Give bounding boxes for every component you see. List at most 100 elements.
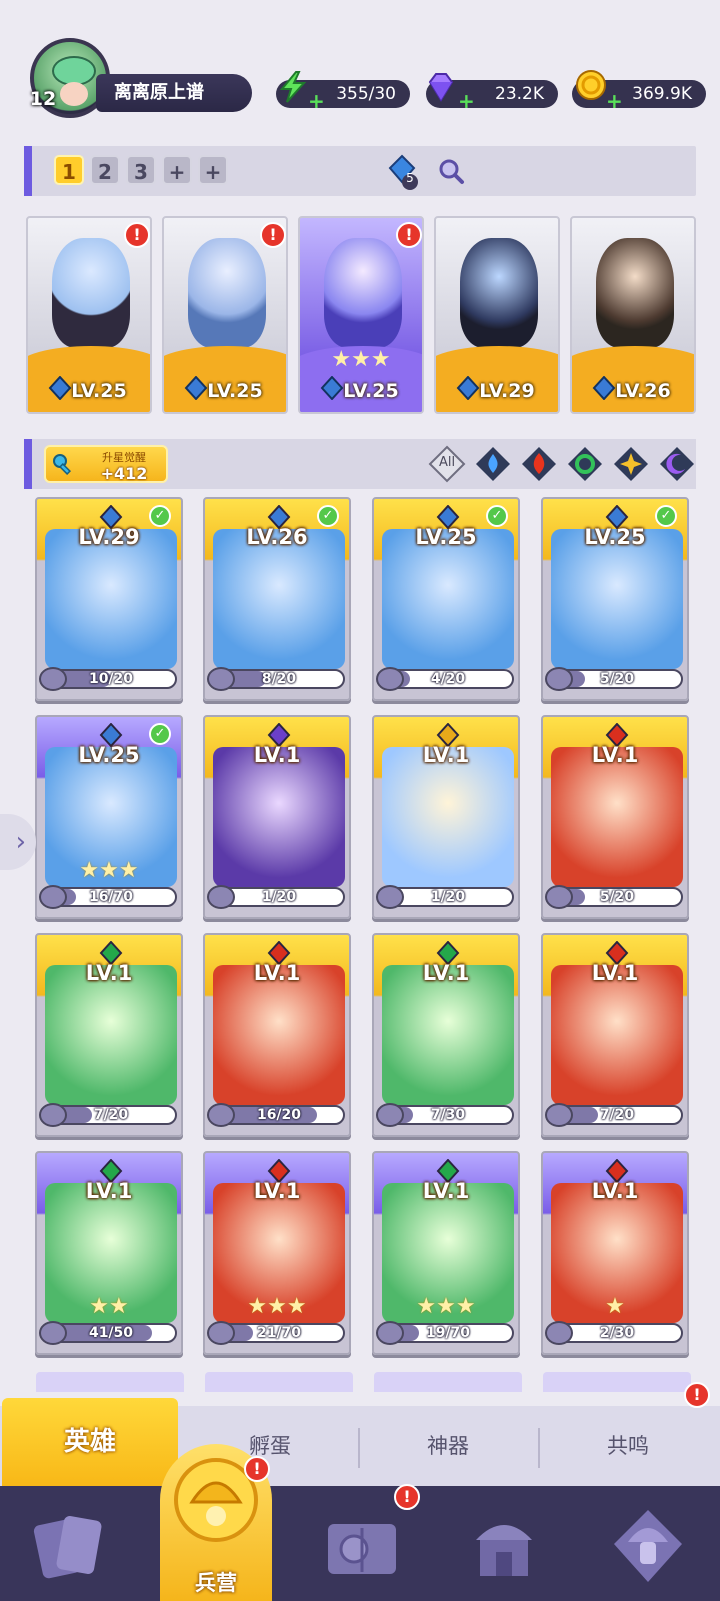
hero-art <box>551 529 683 669</box>
hero-card[interactable]: LV.1 16/20 <box>203 933 351 1137</box>
hero-figure <box>596 238 674 348</box>
team-bar-accent <box>24 146 32 196</box>
tab-heroes[interactable]: 英雄 <box>2 1398 178 1486</box>
hero-level: LV.1 <box>422 961 470 985</box>
star-awaken-button[interactable]: 升星觉醒 +412 <box>44 445 168 483</box>
hero-level: LV.1 <box>85 961 133 985</box>
team-tab-add-1[interactable]: + <box>162 155 192 185</box>
alert-badge: ! <box>260 222 286 248</box>
hero-card[interactable]: LV.1 1/20 <box>372 715 520 919</box>
fire-filter-icon[interactable] <box>520 445 558 483</box>
hero-art <box>213 965 345 1105</box>
gold-value: 369.9K <box>632 84 692 104</box>
player-name[interactable]: 离离原上谱 <box>96 74 252 112</box>
chevron-right-icon: › <box>15 827 26 857</box>
filter-bar: 升星觉醒 +412 All <box>24 439 696 489</box>
shard-icon <box>39 885 67 909</box>
team-tab-add-2[interactable]: + <box>198 155 228 185</box>
wind-filter-icon[interactable] <box>566 445 604 483</box>
shard-icon <box>39 1103 67 1127</box>
water-filter-icon[interactable] <box>474 445 512 483</box>
barracks-label: 兵营 <box>195 1571 237 1595</box>
next-row-peek <box>36 1372 184 1392</box>
alert-badge: ! <box>396 222 422 248</box>
alert-badge: ! <box>124 222 150 248</box>
slot-level: LV.26 <box>615 380 671 402</box>
hero-card[interactable]: LV.1 1/20 <box>203 715 351 919</box>
hero-card[interactable]: LV.1 5/20 <box>541 715 689 919</box>
energy-value: 355/30 <box>336 84 396 104</box>
hero-art <box>213 747 345 887</box>
hero-card[interactable]: ✓ LV.26 8/20 <box>203 497 351 701</box>
team-slot-2[interactable]: LV.25 ! <box>162 216 288 414</box>
slot-level: LV.25 <box>71 380 127 402</box>
hero-card[interactable]: LV.1 ★★ 41/50 <box>35 1151 183 1355</box>
tab-artifacts[interactable]: 神器 <box>360 1406 536 1486</box>
cards-icon[interactable] <box>28 1504 112 1588</box>
dark-filter-icon[interactable] <box>658 445 696 483</box>
shard-icon <box>376 1321 404 1345</box>
search-icon[interactable] <box>436 156 466 186</box>
sub-tab-bar: 英雄 孵蛋 神器 共鸣 ! <box>0 1382 720 1486</box>
hero-art <box>551 965 683 1105</box>
team-slot-1[interactable]: LV.25 ! <box>26 216 152 414</box>
shard-icon <box>39 667 67 691</box>
map-book-icon[interactable] <box>320 1504 404 1588</box>
check-icon: ✓ <box>149 505 171 527</box>
check-icon: ✓ <box>317 505 339 527</box>
barracks-nav-button[interactable]: 兵营 ! <box>160 1444 272 1601</box>
team-slot-4[interactable]: LV.29 <box>434 216 560 414</box>
hero-level: LV.25 <box>584 525 646 549</box>
hero-card[interactable]: LV.1 ★ 2/30 <box>541 1151 689 1355</box>
hero-level: LV.1 <box>591 743 639 767</box>
coin-icon <box>576 70 606 100</box>
hero-card[interactable]: ✓ LV.25 ★★★ 16/70 <box>35 715 183 919</box>
check-icon: ✓ <box>486 505 508 527</box>
hero-card[interactable]: ✓ LV.25 5/20 <box>541 497 689 701</box>
hero-art <box>213 529 345 669</box>
temple-icon[interactable] <box>462 1504 546 1588</box>
energy-add-icon[interactable]: + <box>308 91 325 111</box>
side-expand-button[interactable]: › <box>0 814 36 870</box>
hero-card[interactable]: LV.1 7/20 <box>35 933 183 1137</box>
shard-icon <box>376 667 404 691</box>
hero-card[interactable]: LV.1 ★★★ 19/70 <box>372 1151 520 1355</box>
gold-add-icon[interactable]: + <box>606 91 623 111</box>
team-tab-3[interactable]: 3 <box>126 155 156 185</box>
hero-card[interactable]: LV.1 7/20 <box>541 933 689 1137</box>
lightning-icon <box>279 71 307 103</box>
team-bar: 1 2 3 + + 5 <box>24 146 696 196</box>
team-tab-1[interactable]: 1 <box>54 155 84 185</box>
hero-level: LV.1 <box>591 961 639 985</box>
hero-art <box>45 529 177 669</box>
gems-add-icon[interactable]: + <box>458 91 475 111</box>
team-tab-2[interactable]: 2 <box>90 155 120 185</box>
check-icon: ✓ <box>149 723 171 745</box>
top-bar: 离离原上谱 12 355/30 + 23.2K + 369.9K + <box>0 0 720 130</box>
hero-card[interactable]: LV.1 7/30 <box>372 933 520 1137</box>
avatar-face <box>60 82 88 106</box>
hero-level: LV.1 <box>253 1179 301 1203</box>
hero-stars: ★ <box>605 1294 625 1319</box>
shard-icon <box>207 1321 235 1345</box>
hero-card[interactable]: ✓ LV.25 4/20 <box>372 497 520 701</box>
hero-card[interactable]: LV.1 ★★★ 21/70 <box>203 1151 351 1355</box>
hero-level: LV.1 <box>591 1179 639 1203</box>
hero-figure <box>324 238 402 348</box>
hero-stars: ★★★ <box>247 1294 307 1319</box>
tab-resonance[interactable]: 共鸣 <box>540 1406 716 1486</box>
barracks-alert-badge: ! <box>244 1456 270 1482</box>
filter-all-button[interactable]: All <box>428 445 466 483</box>
light-filter-icon[interactable] <box>612 445 650 483</box>
slot-level: LV.25 <box>343 380 399 402</box>
shard-icon <box>376 885 404 909</box>
hero-level: LV.1 <box>253 961 301 985</box>
slot-stars: ★★★ <box>331 347 391 372</box>
bottom-nav: 兵营 ! ! <box>0 1444 720 1601</box>
mushroom-icon[interactable] <box>606 1504 690 1588</box>
shard-icon <box>545 1103 573 1127</box>
team-slot-5[interactable]: LV.26 <box>570 216 696 414</box>
hero-card[interactable]: ✓ LV.29 10/20 <box>35 497 183 701</box>
star-awaken-value: +412 <box>100 464 148 483</box>
team-slot-3[interactable]: ★★★ LV.25 ! <box>298 216 424 414</box>
